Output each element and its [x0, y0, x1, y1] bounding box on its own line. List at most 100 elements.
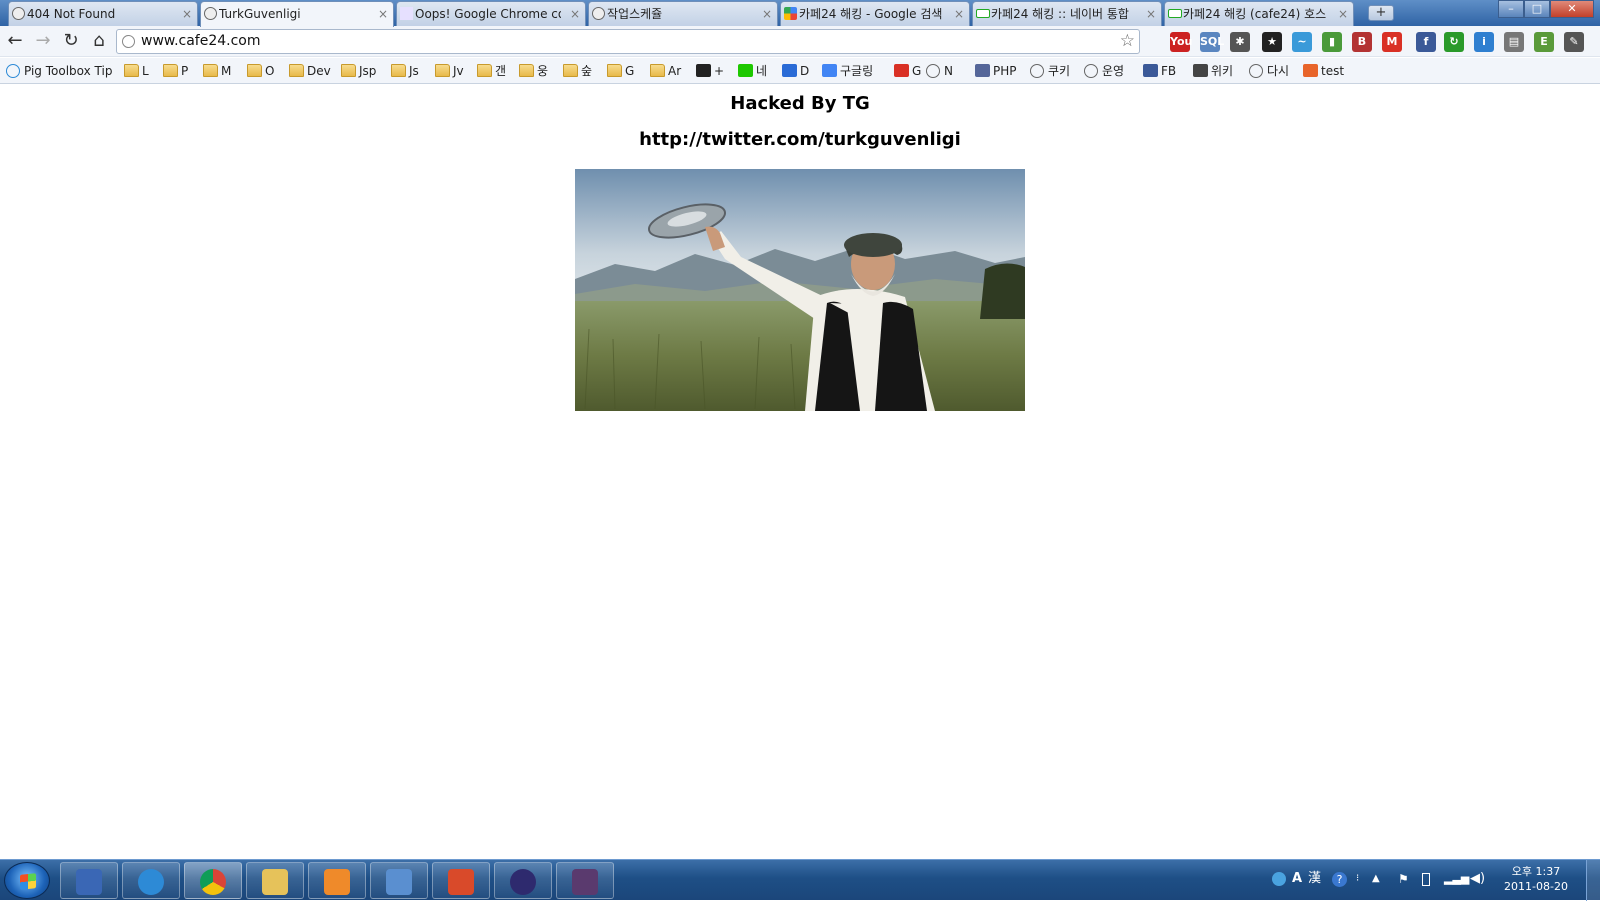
close-icon[interactable]: ×	[1338, 2, 1348, 26]
taskbar-app-button[interactable]	[60, 862, 118, 899]
globe-icon	[122, 35, 135, 48]
bookmark-item[interactable]: 구글링	[822, 61, 873, 81]
bookmark-item[interactable]: Js	[391, 61, 419, 81]
battery-icon[interactable]	[1422, 873, 1430, 886]
bookmark-item[interactable]: 숲	[563, 61, 592, 81]
tab-title: 작업스케쥴	[607, 7, 663, 21]
taskbar-app-button[interactable]	[122, 862, 180, 899]
reload-button[interactable]: ↻	[60, 31, 82, 53]
start-button[interactable]	[4, 862, 50, 899]
bookmark-item[interactable]: L	[124, 61, 149, 81]
bookmark-item[interactable]: Ar	[650, 61, 681, 81]
bookmark-item[interactable]: Jsp	[341, 61, 376, 81]
bookmark-item[interactable]: 웅	[519, 61, 548, 81]
bookmark-item[interactable]: Pig Toolbox Tip	[6, 61, 112, 81]
bookmark-label: O	[265, 64, 275, 78]
taskbar-app-button[interactable]	[556, 862, 614, 899]
taskbar-app-button[interactable]	[184, 862, 242, 899]
taskbar-clock[interactable]: 오후 1:37 2011-08-20	[1500, 864, 1572, 894]
forward-button[interactable]: →	[32, 31, 54, 53]
bookmark-star-icon[interactable]: ☆	[1120, 30, 1135, 52]
close-icon[interactable]: ×	[378, 2, 388, 26]
close-icon[interactable]: ×	[954, 2, 964, 26]
bookmark-label: P	[181, 64, 189, 78]
bookmark-label: 웅	[537, 64, 549, 78]
star-ext-icon[interactable]: ★	[1262, 32, 1282, 52]
url-text[interactable]: www.cafe24.com	[141, 30, 261, 53]
tab-404-not-found[interactable]: 404 Not Found ×	[8, 1, 198, 26]
tab-job-schedule[interactable]: 작업스케쥴 ×	[588, 1, 778, 26]
maximize-button[interactable]: □	[1524, 0, 1550, 18]
browser-toolbar: ← → ↻ ⌂ www.cafe24.com ☆ You SQL ✱ ★ ~ ▮ B Mf ↻ i…	[0, 26, 1600, 57]
tab-naver-cafe24-hosting[interactable]: 카페24 해킹 (cafe24) 호스 ×	[1164, 1, 1354, 26]
tab-turkguvenligi[interactable]: TurkGuvenligi ×	[200, 1, 394, 27]
show-desktop-button[interactable]	[1586, 860, 1600, 901]
taskbar-app-button[interactable]	[432, 862, 490, 899]
folder-icon	[289, 64, 304, 77]
evernote-icon[interactable]: ▮	[1322, 32, 1342, 52]
google-icon	[822, 64, 837, 77]
close-window-button[interactable]: ✕	[1550, 0, 1594, 18]
tab-google-search[interactable]: 카페24 해킹 - Google 검색 ×	[780, 1, 970, 26]
close-icon[interactable]: ×	[570, 2, 580, 26]
volume-icon[interactable]: ◀)	[1470, 868, 1485, 890]
language-icon[interactable]: A	[1292, 868, 1302, 890]
ime-hanja-icon[interactable]: 漢	[1308, 868, 1321, 890]
bbc-icon[interactable]: B	[1352, 32, 1372, 52]
bookmark-item[interactable]: test	[1303, 61, 1344, 81]
signal-icon[interactable]: ▂▃▅	[1444, 868, 1469, 890]
bookmark-item[interactable]: O	[247, 61, 274, 81]
taskbar-app-button[interactable]	[494, 862, 552, 899]
evernote-green-icon[interactable]: E	[1534, 32, 1554, 52]
refresh-ext-icon[interactable]: ↻	[1444, 32, 1464, 52]
clock-time: 오후 1:37	[1511, 865, 1561, 878]
bookmark-item[interactable]: Dev	[289, 61, 331, 81]
bookmark-item[interactable]: G	[607, 61, 634, 81]
bookmark-item[interactable]: P	[163, 61, 188, 81]
ime-toggle-icon[interactable]: ⁝	[1356, 868, 1359, 890]
bookmark-label: Jv	[453, 64, 464, 78]
bookmark-item[interactable]: G	[894, 61, 921, 81]
bookmark-item[interactable]: 운영	[1084, 61, 1124, 81]
tray-expand-icon[interactable]: ▲	[1372, 868, 1380, 890]
wrench-icon[interactable]: ✎	[1564, 32, 1584, 52]
action-center-flag-icon[interactable]: ⚑	[1398, 868, 1409, 890]
bookmark-item[interactable]: PHP	[975, 61, 1017, 81]
taskbar-app-button[interactable]	[308, 862, 366, 899]
sql-icon[interactable]: SQL	[1200, 32, 1224, 52]
network-globe-icon[interactable]	[1272, 872, 1286, 886]
bookmark-item[interactable]: M	[203, 61, 231, 81]
new-tab-button[interactable]: +	[1368, 5, 1394, 21]
tab-oops-google-chrome[interactable]: Oops! Google Chrome cou ×	[396, 1, 586, 26]
bookmark-item[interactable]: FB	[1143, 61, 1176, 81]
minimize-button[interactable]: –	[1498, 0, 1524, 18]
back-button[interactable]: ←	[4, 31, 26, 53]
printer-icon[interactable]: ▤	[1504, 32, 1524, 52]
bookmark-item[interactable]: +	[696, 61, 724, 81]
facebook-icon[interactable]: f	[1416, 32, 1436, 52]
taskbar-app-button[interactable]	[246, 862, 304, 899]
home-button[interactable]: ⌂	[88, 31, 110, 53]
bookmark-item[interactable]: N	[926, 61, 953, 81]
java-ee-ide-icon	[572, 869, 598, 895]
bookmark-item[interactable]: 갠	[477, 61, 506, 81]
close-icon[interactable]: ×	[1146, 2, 1156, 26]
bookmark-item[interactable]: 다시	[1249, 61, 1289, 81]
bookmark-item[interactable]: 네	[738, 61, 767, 81]
help-icon[interactable]: ?	[1332, 872, 1347, 887]
tab-naver-search[interactable]: 카페24 해킹 :: 네이버 통합 ×	[972, 1, 1162, 26]
bookmark-item[interactable]: Jv	[435, 61, 464, 81]
close-icon[interactable]: ×	[182, 2, 192, 26]
bookmark-item[interactable]: D	[782, 61, 809, 81]
tab-title: TurkGuvenligi	[219, 7, 301, 21]
taskbar-app-button[interactable]	[370, 862, 428, 899]
bookmark-item[interactable]: 위키	[1193, 61, 1233, 81]
bird-icon[interactable]: ~	[1292, 32, 1312, 52]
bug-icon[interactable]: ✱	[1230, 32, 1250, 52]
info-ext-icon[interactable]: i	[1474, 32, 1494, 52]
address-bar[interactable]: www.cafe24.com ☆	[116, 29, 1140, 54]
gmail-icon[interactable]: M	[1382, 32, 1402, 52]
close-icon[interactable]: ×	[762, 2, 772, 26]
bookmark-item[interactable]: 쿠키	[1030, 61, 1070, 81]
youtube-icon[interactable]: You	[1170, 32, 1192, 52]
